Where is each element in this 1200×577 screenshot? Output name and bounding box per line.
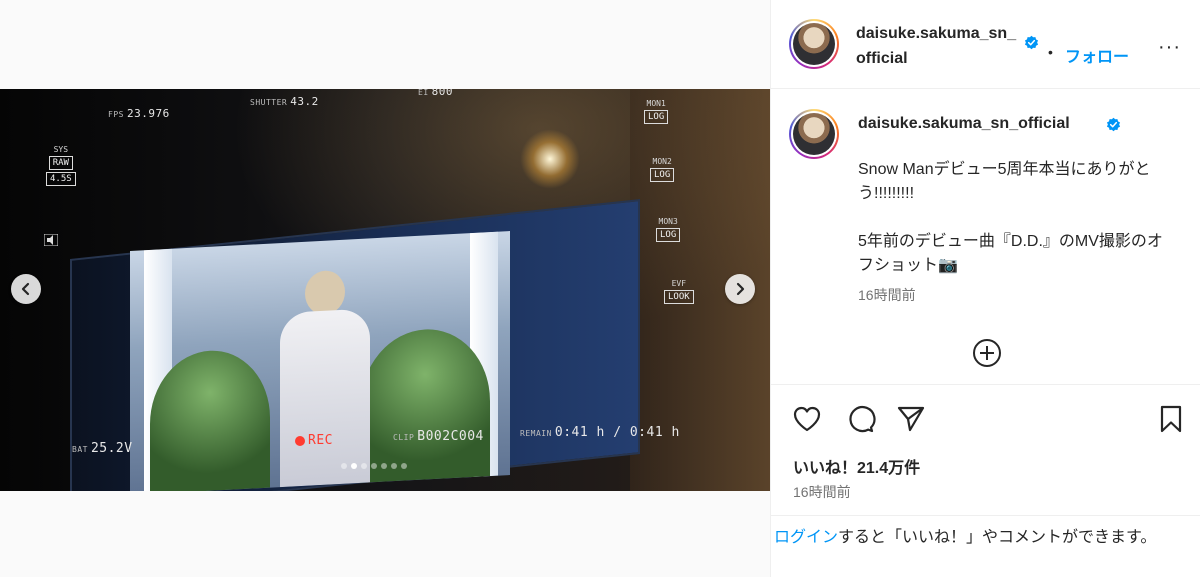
rec-dot-icon <box>295 435 305 446</box>
caption-text: Snow Manデビュー5周年本当にありがとう!!!!!!!!! 5年前のデビュ… <box>858 161 1163 274</box>
more-options-icon[interactable]: ··· <box>1158 36 1181 59</box>
hud-bat: BAT 25.2V <box>72 441 133 456</box>
person-figure <box>280 268 370 488</box>
hud-mon1-value: LOG <box>644 110 669 124</box>
carousel-dot <box>381 463 387 469</box>
carousel-dot <box>341 463 347 469</box>
hud-ei-label: EI <box>418 89 429 97</box>
chevron-left-icon <box>21 282 30 296</box>
post-header: daisuke.sakuma_sn_official • フォロー ··· <box>771 0 1200 89</box>
heart-icon[interactable] <box>791 403 823 435</box>
carousel-indicator <box>341 463 407 469</box>
carousel-dot <box>361 463 367 469</box>
hud-mon1: MON1 LOG <box>644 99 669 124</box>
hud-fps-label: FPS <box>108 110 124 119</box>
hud-evf: EVF LOOK <box>664 279 694 304</box>
hud-mon2: MON2 LOG <box>650 157 675 182</box>
post-timestamp[interactable]: 16時間前 <box>793 482 851 502</box>
share-icon[interactable] <box>895 403 927 435</box>
add-circle-icon[interactable] <box>972 338 1002 368</box>
carousel-prev-button[interactable] <box>11 274 41 304</box>
hud-mon3-value: LOG <box>656 228 681 242</box>
hud-sys-res: 4.5S <box>46 172 76 186</box>
monitor-scene-image <box>130 231 510 491</box>
carousel-dot <box>351 463 357 469</box>
hud-shutter: SHUTTER 43.2 <box>250 95 319 108</box>
hud-remain-value: 0:41 h <box>554 425 605 440</box>
plant <box>360 326 490 483</box>
post-actions <box>771 384 1200 444</box>
hud-clip-value: B002C004 <box>417 429 484 444</box>
caption-username[interactable]: daisuke.sakuma_sn_official <box>858 115 1070 133</box>
hud-mon2-value: LOG <box>650 168 675 182</box>
avatar[interactable] <box>789 19 839 69</box>
media-area: FPS 23.976 SHUTTER 43.2 EI 800 SYS RAW 4.5S… <box>0 0 770 577</box>
carousel-dot <box>371 463 377 469</box>
header-separator: • <box>1048 44 1053 60</box>
verified-badge-icon <box>1024 35 1039 50</box>
login-prompt-text: ログインすると「いいね！」やコメントができます。 <box>774 526 1184 550</box>
hud-remain-total: 0:41 h <box>629 425 680 440</box>
hud-remain: REMAIN 0:41 h / 0:41 h <box>520 425 680 440</box>
bookmark-icon[interactable] <box>1155 403 1187 435</box>
chevron-right-icon <box>736 282 745 296</box>
hud-bat-label: BAT <box>72 445 88 454</box>
caption-timestamp: 16時間前 <box>858 287 916 303</box>
hud-mon2-label: MON2 <box>652 157 672 166</box>
lens-flare <box>520 129 580 189</box>
carousel-next-button[interactable] <box>725 274 755 304</box>
header-username[interactable]: daisuke.sakuma_sn_official <box>856 21 1021 71</box>
login-prompt-rest: すると「いいね！」やコメントができます。 <box>838 529 1157 546</box>
post-side-panel: daisuke.sakuma_sn_official • フォロー ··· da… <box>770 0 1200 577</box>
hud-sys: SYS RAW 4.5S <box>46 145 76 186</box>
carousel-dot <box>401 463 407 469</box>
person-coat <box>280 308 370 488</box>
hud-sys-raw: RAW <box>48 156 73 170</box>
comment-icon[interactable] <box>844 403 876 435</box>
avatar-image <box>793 23 835 65</box>
hud-shutter-label: SHUTTER <box>250 98 288 107</box>
like-count[interactable]: いいね！21.4万件 <box>793 454 920 478</box>
hud-ei-value: 800 <box>431 89 454 98</box>
verified-badge-icon <box>1106 117 1121 132</box>
post-media[interactable]: FPS 23.976 SHUTTER 43.2 EI 800 SYS RAW 4.5S… <box>0 89 770 491</box>
hud-rec: REC <box>295 433 333 448</box>
hud-clip-label: CLIP <box>393 433 415 442</box>
caption-avatar[interactable] <box>789 109 839 159</box>
hud-mon3-label: MON3 <box>658 217 678 226</box>
carousel-dot <box>391 463 397 469</box>
login-link[interactable]: ログイン <box>774 529 838 546</box>
hud-bat-value: 25.2V <box>90 441 133 456</box>
hud-ei: EI 800 <box>418 89 453 98</box>
hud-rec-label: REC <box>308 433 333 448</box>
hud-evf-label: EVF <box>671 279 687 288</box>
hud-sys-label: SYS <box>53 145 69 154</box>
speaker-icon <box>43 233 59 249</box>
hud-mon1-label: MON1 <box>646 99 666 108</box>
hud-fps-value: 23.976 <box>126 107 170 120</box>
hud-clip: CLIP B002C004 <box>393 429 484 444</box>
hud-shutter-value: 43.2 <box>290 95 319 108</box>
avatar-image <box>793 113 835 155</box>
hud-evf-value: LOOK <box>664 290 694 304</box>
hud-mon3: MON3 LOG <box>656 217 681 242</box>
person-head <box>305 269 345 316</box>
follow-button[interactable]: フォロー <box>1065 43 1129 67</box>
hud-fps: FPS 23.976 <box>108 107 170 120</box>
hud-remain-label: REMAIN <box>520 429 552 438</box>
login-prompt: ログインすると「いいね！」やコメントができます。 <box>771 515 1200 577</box>
